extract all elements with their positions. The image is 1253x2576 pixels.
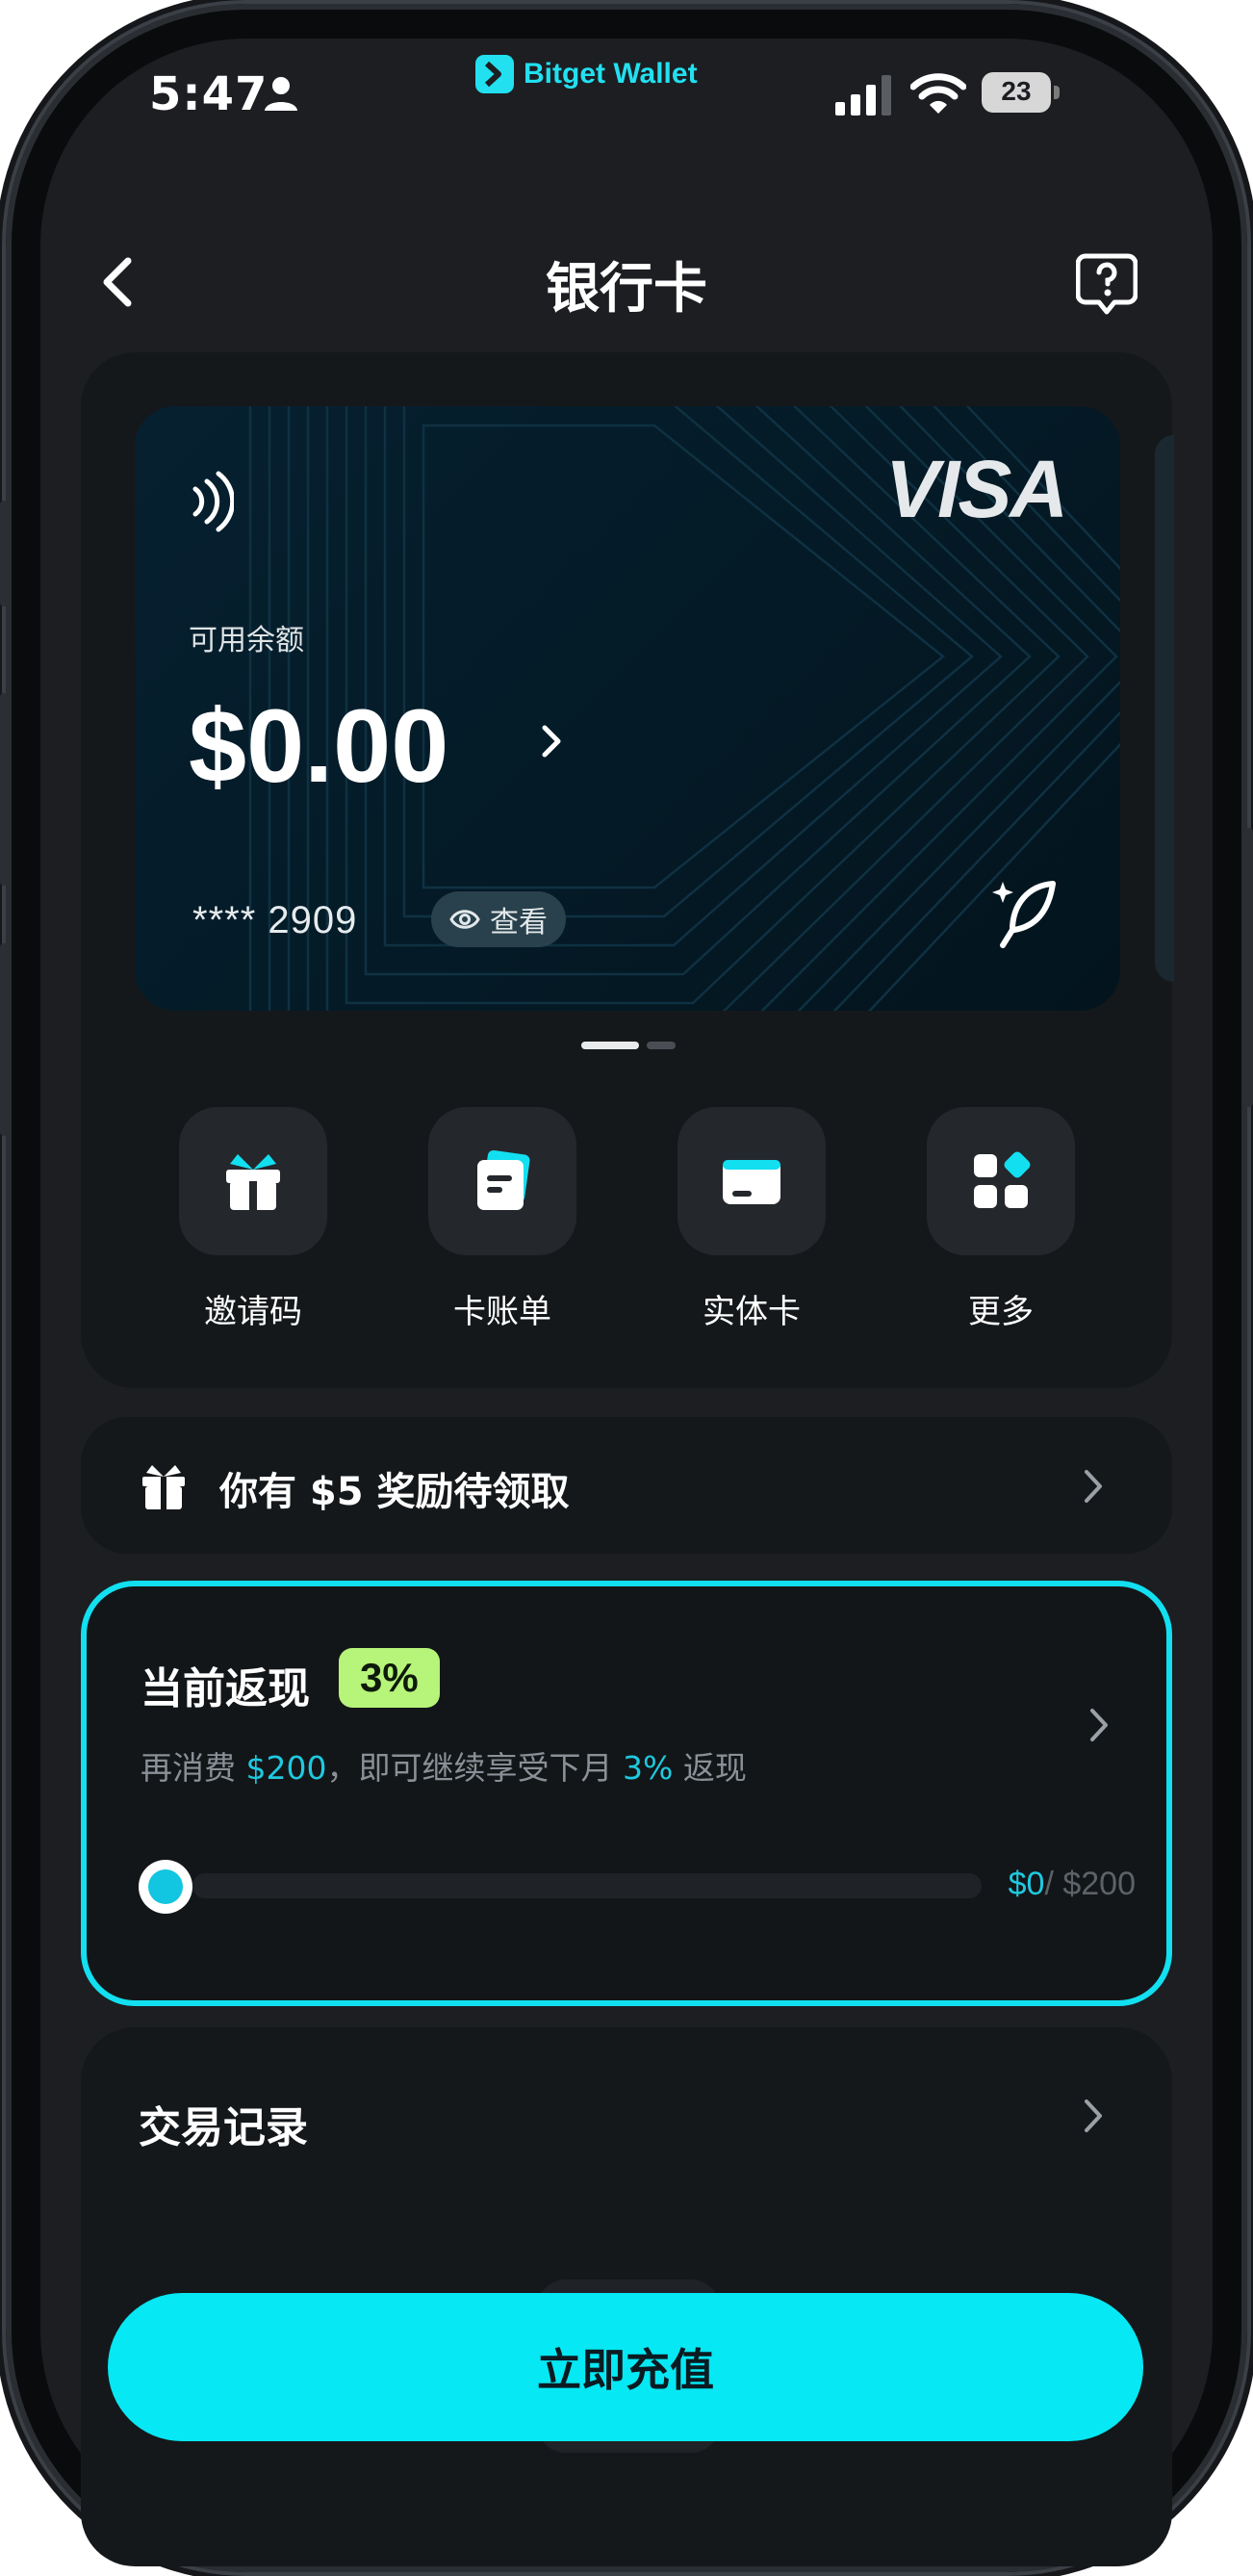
help-button[interactable] bbox=[1076, 252, 1138, 316]
pager-dot-active[interactable] bbox=[581, 1042, 639, 1049]
feather-icon bbox=[992, 881, 1056, 948]
cashback-rate-badge: 3% bbox=[339, 1648, 440, 1708]
page-title: 银行卡 bbox=[546, 258, 707, 321]
quick-action-label: 卡账单 bbox=[453, 1293, 551, 1331]
visa-card[interactable]: VISA 可用余额 $0.00 **** 2909 查看 bbox=[135, 406, 1120, 1011]
bitget-logo-icon bbox=[475, 55, 514, 93]
card-pager bbox=[581, 1042, 678, 1051]
quick-action-label: 邀请码 bbox=[204, 1293, 302, 1331]
cashback-description: 再消费 $200，即可继续享受下月 3% 返现 bbox=[141, 1749, 747, 1787]
transactions-title: 交易记录 bbox=[139, 2103, 308, 2152]
status-time: 5:47 bbox=[149, 67, 268, 121]
cellular-signal-icon bbox=[835, 75, 891, 116]
quick-actions: 邀请码 卡账单 实体卡 更多 bbox=[135, 1107, 1120, 1348]
back-button[interactable] bbox=[91, 245, 145, 319]
chevron-right-icon bbox=[1085, 1470, 1102, 1503]
reward-banner[interactable]: 你有 $5 奖励待领取 bbox=[81, 1417, 1172, 1554]
contactless-icon bbox=[192, 471, 234, 532]
chevron-right-icon bbox=[1090, 1709, 1108, 1741]
cashback-progress-value: $0/ $200 bbox=[1008, 1866, 1136, 1902]
gift-icon bbox=[226, 1154, 280, 1210]
gift-icon bbox=[142, 1465, 185, 1509]
quick-action-label: 更多 bbox=[968, 1293, 1034, 1331]
chevron-right-icon[interactable] bbox=[537, 718, 566, 764]
pager-dot[interactable] bbox=[647, 1042, 676, 1049]
balance-amount[interactable]: $0.00 bbox=[189, 685, 448, 806]
side-button-volume-down bbox=[0, 943, 8, 1136]
quick-action-label: 实体卡 bbox=[703, 1293, 801, 1331]
cashback-card[interactable]: 当前返现 3% 再消费 $200，即可继续享受下月 3% 返现 $0/ $200 bbox=[81, 1581, 1172, 2006]
battery-icon: 23 bbox=[982, 72, 1061, 113]
reward-text: 你有 $5 奖励待领取 bbox=[219, 1470, 570, 1514]
grid-icon bbox=[974, 1151, 1031, 1208]
top-up-label: 立即充值 bbox=[537, 2344, 714, 2396]
eye-icon bbox=[449, 910, 480, 929]
side-button-action bbox=[0, 501, 8, 606]
chevron-right-icon bbox=[1085, 2099, 1102, 2132]
next-card-peek[interactable] bbox=[1155, 435, 1174, 982]
battery-level: 23 bbox=[1001, 76, 1032, 106]
card-icon bbox=[723, 1160, 780, 1204]
side-button-volume-up bbox=[0, 693, 8, 886]
side-button-power bbox=[1245, 828, 1253, 1107]
brand-name: Bitget Wallet bbox=[524, 58, 698, 90]
brand: Bitget Wallet bbox=[475, 52, 698, 96]
view-card-button[interactable]: 查看 bbox=[431, 891, 566, 947]
view-card-label: 查看 bbox=[490, 906, 548, 940]
quick-action-more[interactable]: 更多 bbox=[882, 1107, 1075, 1338]
bill-icon bbox=[477, 1149, 530, 1210]
balance-label: 可用余额 bbox=[189, 624, 304, 657]
quick-action-physical-card[interactable]: 实体卡 bbox=[633, 1107, 826, 1338]
cashback-progress-knob bbox=[139, 1860, 192, 1914]
quick-action-card-bill[interactable]: 卡账单 bbox=[384, 1107, 576, 1338]
top-up-button[interactable]: 立即充值 bbox=[108, 2293, 1143, 2441]
cashback-progress-track bbox=[192, 1873, 982, 1898]
visa-logo: VISA bbox=[885, 444, 1068, 534]
person-icon bbox=[265, 77, 297, 111]
wifi-icon bbox=[910, 73, 966, 114]
cashback-title: 当前返现 bbox=[141, 1664, 310, 1713]
card-number: **** 2909 bbox=[192, 899, 358, 941]
quick-action-invite-code[interactable]: 邀请码 bbox=[135, 1107, 327, 1338]
